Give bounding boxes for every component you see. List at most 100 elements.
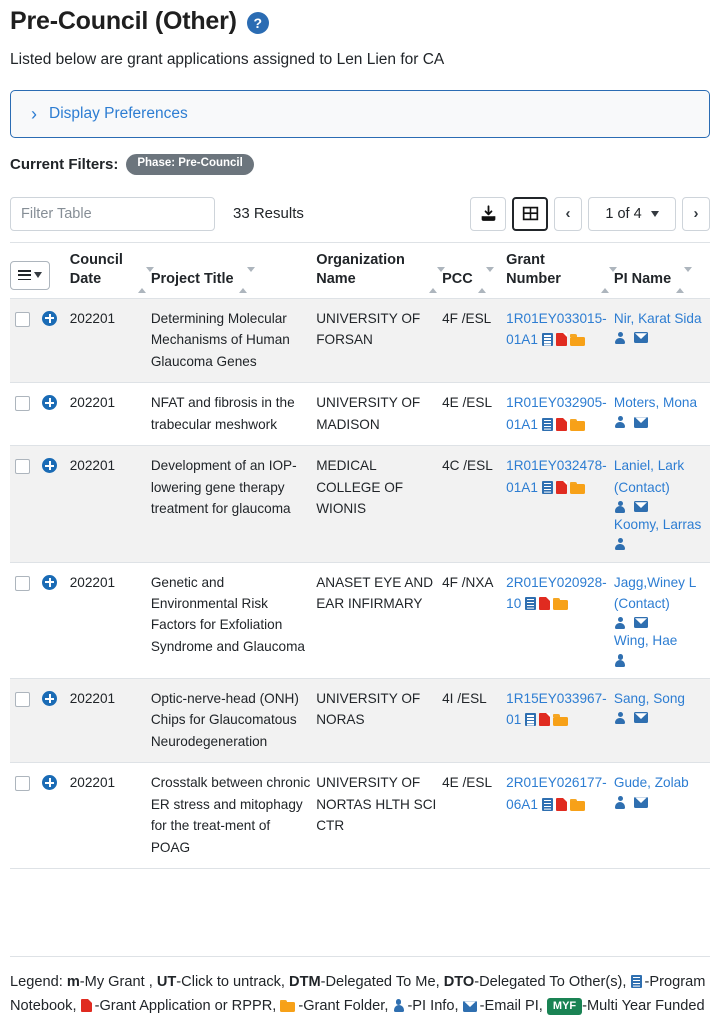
column-header-grant-number[interactable]: Grant Number xyxy=(506,242,617,299)
row-expand-cell xyxy=(42,382,70,447)
pi-info-icon[interactable] xyxy=(614,538,626,551)
row-checkbox[interactable] xyxy=(15,776,30,792)
sort-icon[interactable] xyxy=(137,267,154,294)
pi-name-link[interactable]: Laniel, Lark (Contact) xyxy=(614,458,684,494)
email-icon[interactable] xyxy=(633,416,648,428)
pi-name-link[interactable]: Jagg,Winey L (Contact) xyxy=(614,575,696,611)
column-header-organization-name[interactable]: Organization Name xyxy=(316,242,446,299)
expand-row-icon[interactable] xyxy=(42,690,57,706)
pi-info-icon[interactable] xyxy=(614,500,626,513)
pi-info-icon[interactable] xyxy=(614,796,626,809)
folder-icon[interactable] xyxy=(553,714,569,727)
column-menu-button[interactable] xyxy=(10,260,50,290)
column-header-project-title[interactable]: Project Title xyxy=(150,242,317,299)
pdf-icon[interactable] xyxy=(555,333,567,347)
row-checkbox[interactable] xyxy=(15,575,30,591)
cell-council-date: 202201 xyxy=(69,298,151,384)
row-checkbox[interactable] xyxy=(15,459,30,475)
program-notebook-icon[interactable] xyxy=(541,480,553,494)
cell-council-date: 202201 xyxy=(69,678,151,764)
pi-entry: Koomy, Larras xyxy=(614,514,705,551)
expand-row-icon[interactable] xyxy=(42,458,57,474)
pi-name-link[interactable]: Wing, Hae xyxy=(614,633,677,648)
sort-icon[interactable] xyxy=(238,267,255,294)
email-icon[interactable] xyxy=(633,712,648,724)
pi-icon-row xyxy=(614,416,705,429)
email-icon[interactable] xyxy=(633,617,648,629)
cell-grant-number: 2R01EY026177-06A1 xyxy=(506,762,614,870)
row-expand-cell xyxy=(42,562,70,679)
email-icon[interactable] xyxy=(633,332,648,344)
column-header-pcc[interactable]: PCC xyxy=(442,242,507,299)
row-checkbox[interactable] xyxy=(15,311,30,327)
row-checkbox[interactable] xyxy=(15,396,30,412)
email-icon[interactable] xyxy=(633,796,648,808)
display-preferences-toggle[interactable]: › Display Preferences xyxy=(10,90,710,139)
program-notebook-icon[interactable] xyxy=(541,417,553,431)
cell-pi-name: Nir, Karat Sida xyxy=(613,298,710,384)
legend-key-dtm: DTM xyxy=(289,973,321,990)
pi-info-icon[interactable] xyxy=(614,331,626,345)
row-checkbox[interactable] xyxy=(15,691,30,707)
pdf-icon[interactable] xyxy=(539,596,551,610)
pdf-icon[interactable] xyxy=(555,797,567,811)
row-select-cell xyxy=(10,762,42,870)
download-icon[interactable] xyxy=(470,196,506,231)
column-header-label: PI Name xyxy=(613,271,672,288)
pi-name-link[interactable]: Sang, Song xyxy=(614,691,685,706)
cell-project-title: Determining Molecular Mechanisms of Huma… xyxy=(150,298,317,384)
prev-page-button[interactable]: ‹ xyxy=(554,196,582,231)
expand-row-icon[interactable] xyxy=(42,395,57,411)
program-notebook-icon xyxy=(630,974,642,988)
cell-project-title: Optic-nerve-head (ONH) Chips for Glaucom… xyxy=(150,678,317,764)
folder-icon[interactable] xyxy=(569,334,585,347)
expand-row-icon[interactable] xyxy=(42,775,57,791)
pi-name-link[interactable]: Koomy, Larras xyxy=(614,517,701,532)
column-header-pi-name[interactable]: PI Name xyxy=(613,242,710,299)
table-view-icon[interactable] xyxy=(512,196,548,231)
results-count: 33 Results xyxy=(233,205,304,223)
program-notebook-icon[interactable] xyxy=(525,596,537,610)
cell-pcc: 4C /ESL xyxy=(442,445,507,563)
folder-icon[interactable] xyxy=(569,798,585,811)
page-subtitle: Listed below are grant applications assi… xyxy=(10,51,445,68)
pdf-icon[interactable] xyxy=(555,417,567,431)
pi-info-icon[interactable] xyxy=(614,616,626,630)
cell-pcc: 4F /NXA xyxy=(442,562,507,679)
pdf-icon[interactable] xyxy=(555,480,567,494)
pi-icon-row xyxy=(614,616,705,630)
pi-info-icon[interactable] xyxy=(614,416,626,429)
legend-key-ut: UT xyxy=(156,973,177,990)
folder-icon[interactable] xyxy=(569,481,585,494)
cell-grant-number: 1R01EY032478-01A1 xyxy=(506,445,614,563)
pi-info-icon[interactable] xyxy=(614,654,626,667)
sort-icon[interactable] xyxy=(477,267,494,294)
filter-chip-phase[interactable]: Phase: Pre-Council xyxy=(126,154,254,175)
column-header-label: Project Title xyxy=(150,271,234,288)
page-selector[interactable]: 1 of 4 xyxy=(588,196,676,231)
next-page-button[interactable]: › xyxy=(682,196,710,231)
pi-name-link[interactable]: Moters, Mona xyxy=(614,395,697,410)
pi-info-icon[interactable] xyxy=(614,711,626,725)
expand-row-icon[interactable] xyxy=(42,574,57,590)
row-expand-cell xyxy=(42,762,70,870)
sort-icon[interactable] xyxy=(600,267,617,294)
legend-text-email: -Email PI, xyxy=(479,997,547,1014)
program-notebook-icon[interactable] xyxy=(541,797,553,811)
sort-icon[interactable] xyxy=(429,267,446,294)
cell-grant-number: 2R01EY020928-10 xyxy=(506,562,614,679)
pi-name-link[interactable]: Gude, Zolab xyxy=(614,775,689,790)
program-notebook-icon[interactable] xyxy=(525,713,537,727)
filter-table-input[interactable] xyxy=(10,196,215,231)
folder-icon[interactable] xyxy=(569,418,585,431)
sort-icon[interactable] xyxy=(676,267,693,294)
cell-pcc: 4E /ESL xyxy=(442,762,507,870)
folder-icon[interactable] xyxy=(553,597,569,610)
pi-name-link[interactable]: Nir, Karat Sida xyxy=(614,311,702,326)
email-icon[interactable] xyxy=(633,501,648,513)
help-circle-icon[interactable]: ? xyxy=(246,12,269,34)
expand-row-icon[interactable] xyxy=(42,310,57,326)
program-notebook-icon[interactable] xyxy=(541,333,553,347)
pdf-icon[interactable] xyxy=(539,713,551,727)
column-header-council-date[interactable]: Council Date xyxy=(69,242,154,299)
